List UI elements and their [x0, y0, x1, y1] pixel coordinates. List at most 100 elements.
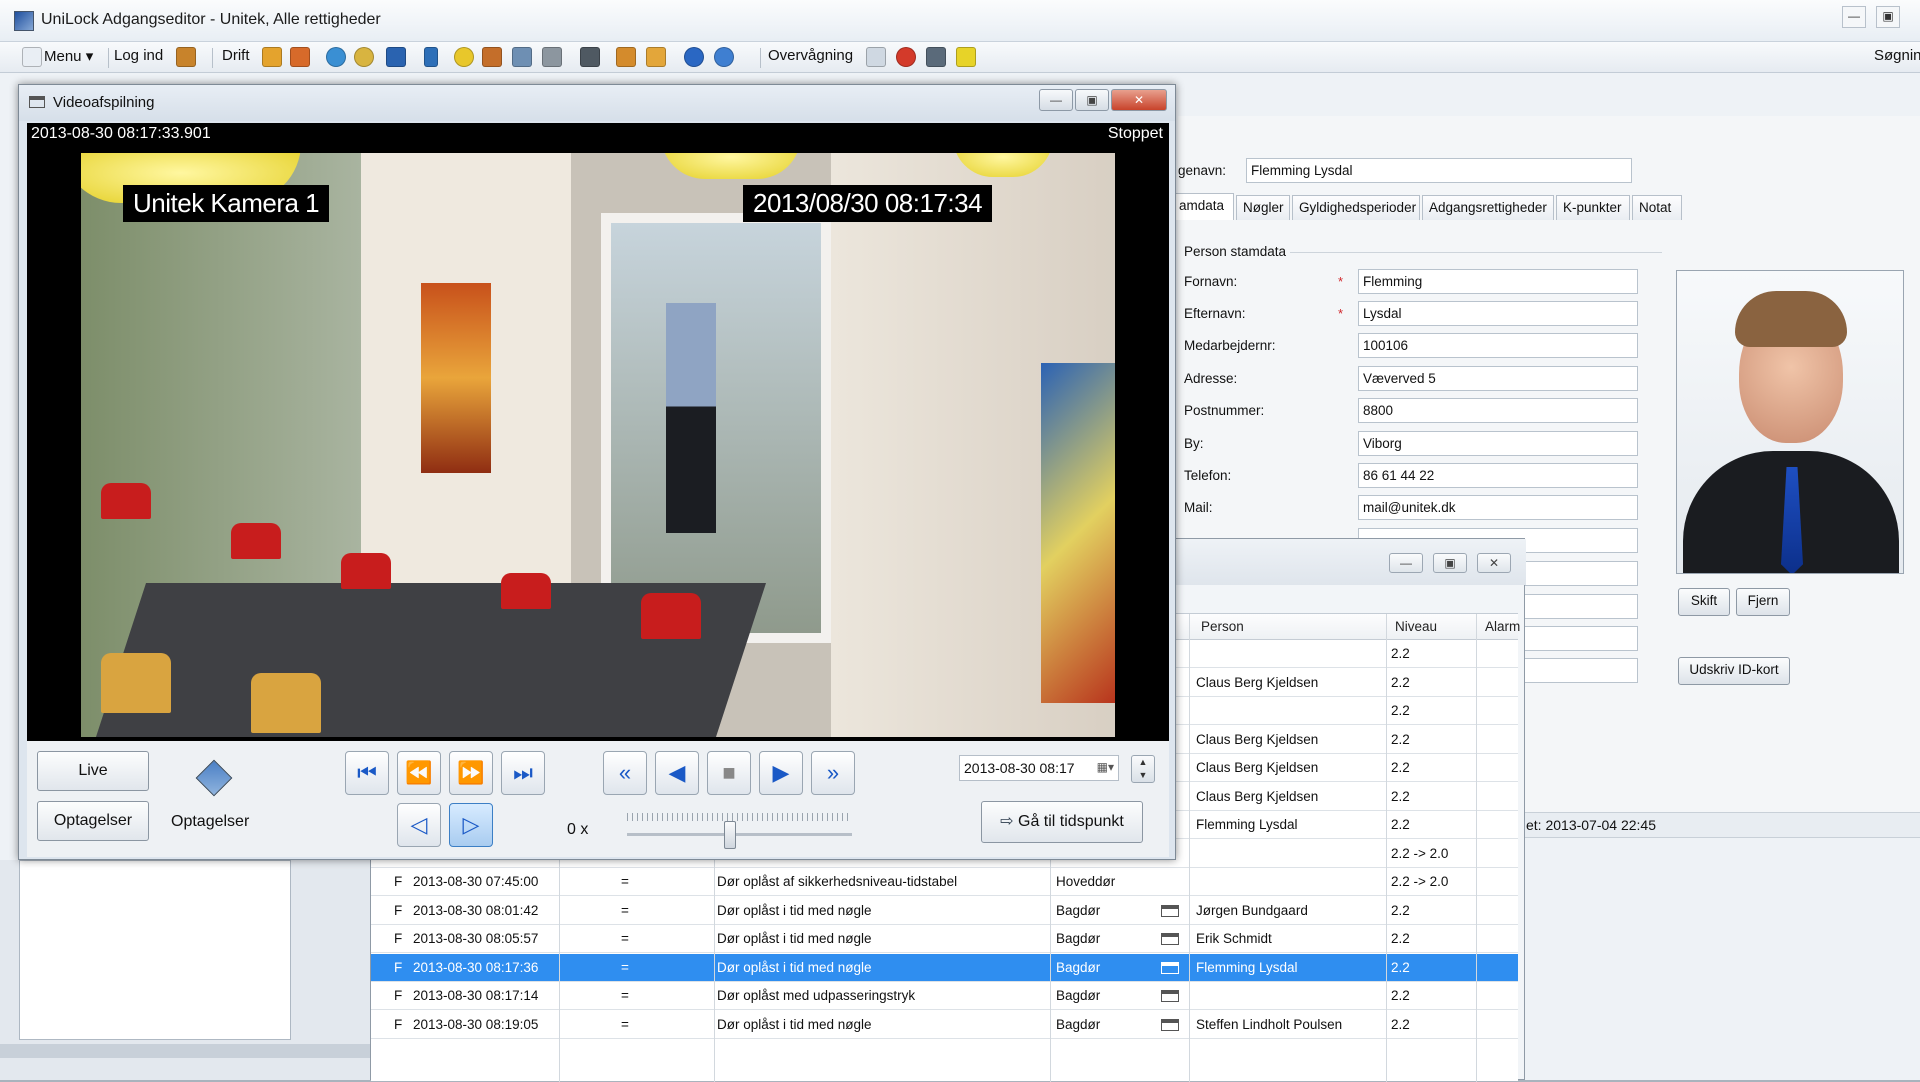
menu-button[interactable]: Menu ▾ — [44, 47, 93, 65]
next-event-icon[interactable]: ⏩ — [449, 751, 493, 795]
monitor-button[interactable]: Overvågning — [768, 47, 853, 64]
person-photo — [1676, 270, 1904, 574]
calendar-icon[interactable] — [386, 47, 406, 67]
card-icon[interactable] — [512, 47, 532, 67]
table-row[interactable]: F 2013-08-30 08:17:36 = Dør oplåst i tid me… — [371, 953, 1518, 982]
address-field[interactable]: Væverved 5 — [1358, 366, 1638, 391]
firstname-field[interactable]: Flemming — [1358, 269, 1638, 294]
lastname-field[interactable]: Lysdal — [1358, 301, 1638, 326]
step-back-icon[interactable]: ◁ — [397, 803, 441, 847]
drift-button[interactable]: Drift — [222, 47, 250, 64]
cell-person: Steffen Lindholt Poulsen — [1196, 1016, 1343, 1032]
key-icon[interactable] — [454, 47, 474, 67]
tab-access-rights[interactable]: Adgangsrettigheder — [1422, 195, 1554, 220]
previous-event-icon[interactable]: ⏪ — [397, 751, 441, 795]
group-icon[interactable] — [290, 47, 310, 67]
minimize-button[interactable]: — — [1039, 89, 1073, 111]
cell-door: Bagdør — [1056, 959, 1101, 975]
employee-number-field[interactable]: 100106 — [1358, 333, 1638, 358]
datetime-field[interactable]: 2013-08-30 08:17 ▦▾ — [959, 755, 1119, 781]
video-viewport[interactable]: 2013-08-30 08:17:33.901 Stoppet Unitek K… — [27, 123, 1169, 741]
minimize-button[interactable]: — — [1842, 6, 1866, 28]
camera-icon[interactable] — [580, 47, 600, 67]
column-header-alarm[interactable]: Alarm — [1485, 619, 1520, 634]
goto-time-button[interactable]: ⇨ Gå til tidspunkt — [981, 801, 1143, 843]
cell-person: Flemming Lysdal — [1196, 817, 1298, 832]
table-row[interactable]: F 2013-08-30 08:19:05 = Dør oplåst i tid me… — [371, 1011, 1518, 1039]
schedule-icon[interactable] — [354, 47, 374, 67]
close-button[interactable]: ✕ — [1477, 553, 1511, 573]
phone-field[interactable]: 86 61 44 22 — [1358, 463, 1638, 488]
door-icon[interactable] — [424, 47, 438, 67]
calendar-dropdown-icon[interactable]: ▦▾ — [1097, 760, 1114, 774]
name-field[interactable]: Flemming Lysdal — [1246, 158, 1632, 183]
column-header-person[interactable]: Person — [1201, 619, 1244, 634]
table-row[interactable]: F 2013-08-30 08:05:57 = Dør oplåst i tid me… — [371, 925, 1518, 953]
datetime-value: 2013-08-30 08:17 — [964, 760, 1075, 776]
fast-rewind-icon[interactable]: « — [603, 751, 647, 795]
fast-forward-icon[interactable]: » — [811, 751, 855, 795]
person-icon[interactable] — [262, 47, 282, 67]
user-icon[interactable] — [176, 47, 196, 67]
cell-time: 2013-08-30 08:19:05 — [413, 1016, 539, 1032]
live-button[interactable]: Live — [37, 751, 149, 791]
zoom-icon[interactable] — [866, 47, 886, 67]
list-icon[interactable] — [926, 47, 946, 67]
left-list[interactable] — [19, 860, 291, 1040]
alarm-icon[interactable] — [896, 47, 916, 67]
maximize-button[interactable]: ▣ — [1433, 553, 1467, 573]
cell-equals: = — [621, 931, 629, 946]
info-icon[interactable] — [684, 47, 704, 67]
login-button[interactable]: Log ind — [114, 47, 163, 64]
close-button[interactable]: ✕ — [1111, 89, 1167, 111]
export-icon[interactable] — [646, 47, 666, 67]
map-icon[interactable] — [956, 47, 976, 67]
table-row[interactable]: F 2013-08-30 08:01:42 = Dør oplåst i tid me… — [371, 897, 1518, 925]
tab-k-points[interactable]: K-punkter — [1556, 195, 1630, 220]
cell-level: 2.2 — [1391, 931, 1410, 946]
skip-to-end-icon[interactable]: ⏭ — [501, 751, 545, 795]
recordings-button[interactable]: Optagelser — [37, 801, 149, 841]
column-header-level[interactable]: Niveau — [1395, 619, 1437, 634]
play-reverse-icon[interactable]: ◀ — [655, 751, 699, 795]
postcode-label: Postnummer: — [1184, 403, 1265, 418]
menu-label: Menu — [44, 48, 82, 65]
app-icon — [14, 11, 34, 31]
minimize-button[interactable]: — — [1389, 553, 1423, 573]
change-photo-button[interactable]: Skift — [1678, 588, 1730, 616]
door-reader-icon — [1161, 933, 1179, 945]
speed-slider[interactable] — [627, 833, 852, 836]
table-row[interactable]: F 2013-08-30 08:17:14 = Dør oplåst med udpa… — [371, 982, 1518, 1010]
print-id-card-button[interactable]: Udskriv ID-kort — [1678, 657, 1790, 685]
maximize-button[interactable]: ▣ — [1075, 89, 1109, 111]
cell-level: 2.2 — [1391, 817, 1410, 832]
cell-level: 2.2 — [1391, 788, 1410, 804]
clock-icon[interactable] — [326, 47, 346, 67]
help-icon[interactable] — [714, 47, 734, 67]
reader-icon[interactable] — [542, 47, 562, 67]
remove-photo-button[interactable]: Fjern — [1736, 588, 1790, 616]
play-icon[interactable]: ▶ — [759, 751, 803, 795]
mail-field[interactable]: mail@unitek.dk — [1358, 495, 1638, 520]
datetime-spinner[interactable]: ▲ ▼ — [1131, 755, 1155, 783]
tab-note[interactable]: Notat — [1632, 195, 1682, 220]
speed-slider-thumb[interactable] — [724, 821, 736, 849]
maximize-button[interactable]: ▣ — [1876, 6, 1900, 28]
settings-icon[interactable] — [616, 47, 636, 67]
stop-icon[interactable]: ■ — [707, 751, 751, 795]
cell-event-text: Dør oplåst i tid med nøgle — [717, 959, 872, 975]
table-row[interactable]: F 2013-08-30 07:45:00 = Dør oplåst af sikke… — [371, 868, 1518, 896]
step-forward-icon[interactable]: ▷ — [449, 803, 493, 847]
glass-door — [601, 213, 831, 643]
postcode-field[interactable]: 8800 — [1358, 398, 1638, 423]
playback-state: Stoppet — [1107, 125, 1163, 142]
tab-keys[interactable]: Nøgler — [1236, 195, 1290, 220]
main-window: UniLock Adgangseditor - Unitek, Alle ret… — [0, 0, 1920, 1082]
door-reader-icon — [1161, 961, 1179, 974]
building-icon[interactable] — [482, 47, 502, 67]
tab-validity-periods[interactable]: Gyldighedsperioder — [1292, 195, 1420, 220]
city-field[interactable]: Viborg — [1358, 431, 1638, 456]
tab-stamdata[interactable]: amdata — [1172, 193, 1234, 220]
search-label[interactable]: Søgnin — [1874, 47, 1920, 64]
skip-to-start-icon[interactable]: ⏮ — [345, 751, 389, 795]
